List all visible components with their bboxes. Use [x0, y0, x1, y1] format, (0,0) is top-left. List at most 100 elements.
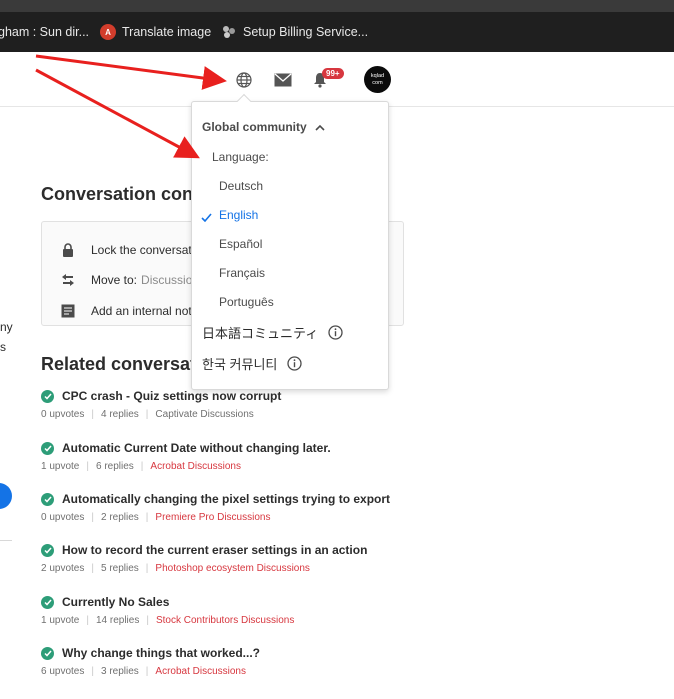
conversation-title-row[interactable]: Automatically changing the pixel setting…	[41, 492, 421, 506]
bookmark-setup-billing[interactable]: Setup Billing Service...	[221, 12, 368, 52]
left-text-fragment: s	[0, 340, 6, 354]
left-text-fragment: ny	[0, 320, 13, 334]
meta-separator: |	[145, 512, 149, 523]
language-option-portugues[interactable]: Português	[219, 295, 274, 309]
meta-separator: |	[146, 615, 149, 626]
avatar-text-line2: com	[372, 79, 383, 86]
internal-note-label: Add an internal note	[91, 304, 199, 318]
conversation-title[interactable]: Currently No Sales	[62, 595, 169, 609]
language-option-espanol[interactable]: Español	[219, 237, 262, 251]
upvote-count: 1 upvote	[41, 615, 80, 626]
conversation-title[interactable]: Automatically changing the pixel setting…	[62, 492, 390, 506]
move-to-row[interactable]: Move to: Discussio	[60, 272, 192, 288]
info-icon[interactable]	[328, 325, 343, 340]
lock-conversation-row[interactable]: Lock the conversatio	[60, 242, 201, 258]
conversation-title-row[interactable]: Currently No Sales	[41, 595, 421, 609]
check-circle-icon	[41, 389, 54, 403]
board-link[interactable]: Captivate Discussions	[155, 409, 253, 420]
move-to-label: Move to:	[91, 273, 138, 287]
list-item[interactable]: Automatically changing the pixel setting…	[41, 492, 421, 523]
reply-count: 14 replies	[95, 615, 140, 626]
conversation-title-row[interactable]: Automatic Current Date without changing …	[41, 441, 421, 455]
reply-count: 3 replies	[100, 666, 139, 677]
mail-icon[interactable]	[273, 70, 293, 90]
upvote-count: 0 upvotes	[41, 512, 85, 523]
conversation-title-row[interactable]: How to record the current eraser setting…	[41, 543, 421, 557]
list-item[interactable]: Why change things that worked...? 6 upvot…	[41, 646, 421, 677]
lock-icon	[60, 242, 76, 258]
conversation-meta: 0 upvotes | 2 replies | Premiere Pro Discuss…	[41, 512, 421, 523]
list-item[interactable]: CPC crash - Quiz settings now corrupt 0 u…	[41, 389, 421, 420]
internal-note-row[interactable]: Add an internal note	[60, 303, 198, 319]
checkmark-icon	[201, 209, 212, 227]
conversation-controls-title: Conversation cont	[41, 184, 200, 204]
conversation-title-row[interactable]: CPC crash - Quiz settings now corrupt	[41, 389, 421, 403]
bookmarks-bar: gham : Sun dir... A Translate image Setu…	[0, 12, 674, 52]
divider	[0, 540, 12, 541]
note-icon	[60, 303, 76, 319]
site-header: 99+ kqlad com	[0, 52, 674, 107]
meta-separator: |	[91, 409, 94, 420]
board-link[interactable]: Acrobat Discussions	[155, 666, 246, 677]
board-link[interactable]: Photoshop ecosystem Discussions	[155, 563, 310, 574]
meta-separator: |	[140, 461, 144, 472]
list-item[interactable]: Automatic Current Date without changing …	[41, 441, 421, 472]
conversation-title[interactable]: CPC crash - Quiz settings now corrupt	[62, 389, 281, 403]
check-circle-icon	[41, 441, 54, 455]
global-community-heading: Global community	[202, 120, 307, 134]
check-circle-icon	[41, 492, 54, 506]
language-dropdown: Global community Language: Deutsch Engli…	[191, 93, 389, 390]
language-label: Language:	[212, 150, 269, 164]
meta-separator: |	[86, 461, 89, 472]
bookmark-label: Setup Billing Service...	[243, 25, 369, 39]
board-link[interactable]: Acrobat Discussions	[150, 461, 241, 472]
meta-separator: |	[145, 666, 149, 677]
screenshot-root: gham : Sun dir... A Translate image Setu…	[0, 0, 674, 699]
avatar-text-line1: kqlad	[370, 72, 385, 79]
japanese-community-link[interactable]: 日本語コミュニティ	[202, 323, 343, 342]
language-option-deutsch[interactable]: Deutsch	[219, 179, 263, 193]
meta-separator: |	[145, 409, 149, 420]
reply-count: 2 replies	[100, 512, 139, 523]
chevron-up-icon	[315, 124, 325, 131]
meta-separator: |	[145, 563, 149, 574]
check-circle-icon	[41, 646, 54, 660]
conversation-title[interactable]: Why change things that worked...?	[62, 646, 260, 660]
move-arrows-icon	[60, 272, 76, 288]
language-option-english[interactable]: English	[219, 208, 258, 222]
conversation-meta: 2 upvotes | 5 replies | Photoshop ecosystem …	[41, 563, 421, 574]
info-icon[interactable]	[287, 356, 303, 371]
korean-community-link[interactable]: 한국 커뮤니티	[202, 354, 303, 373]
conversation-title-row[interactable]: Why change things that worked...?	[41, 646, 421, 660]
bookmark-label: gham : Sun dir...	[0, 25, 90, 39]
conversation-title[interactable]: Automatic Current Date without changing …	[62, 441, 331, 455]
lock-conversation-label: Lock the conversatio	[91, 243, 202, 257]
global-community-toggle[interactable]: Global community	[202, 120, 325, 134]
avatar[interactable]: kqlad com	[364, 66, 391, 93]
reply-count: 4 replies	[100, 409, 139, 420]
list-item[interactable]: How to record the current eraser setting…	[41, 543, 421, 574]
blue-action-button[interactable]	[0, 483, 12, 509]
conversation-meta: 0 upvotes | 4 replies | Captivate Discussion…	[41, 409, 421, 420]
list-item[interactable]: Currently No Sales 1 upvote | 14 replies | St…	[41, 595, 421, 626]
board-link[interactable]: Stock Contributors Discussions	[156, 615, 294, 626]
notification-badge: 99+	[322, 68, 344, 79]
conversation-meta: 1 upvote | 14 replies | Stock Contributors D…	[41, 615, 421, 626]
board-link[interactable]: Premiere Pro Discussions	[155, 512, 270, 523]
conversation-title[interactable]: How to record the current eraser setting…	[62, 543, 367, 557]
meta-separator: |	[86, 615, 89, 626]
related-conversations-title: Related conversat	[41, 354, 197, 374]
upvote-count: 6 upvotes	[41, 666, 85, 677]
bookmark-translate-image[interactable]: A Translate image	[100, 12, 211, 52]
upvote-count: 2 upvotes	[41, 563, 85, 574]
translate-icon: A	[100, 24, 116, 40]
conversation-meta: 1 upvote | 6 replies | Acrobat Discussions	[41, 461, 421, 472]
cluster-icon	[221, 24, 237, 40]
japanese-community-label: 日本語コミュニティ	[202, 326, 319, 341]
move-to-select[interactable]: Discussio	[141, 273, 192, 287]
check-circle-icon	[41, 595, 54, 609]
language-option-francais[interactable]: Français	[219, 266, 265, 280]
bookmark-item[interactable]: gham : Sun dir...	[0, 12, 89, 52]
globe-icon[interactable]	[234, 70, 254, 90]
upvote-count: 1 upvote	[41, 461, 80, 472]
